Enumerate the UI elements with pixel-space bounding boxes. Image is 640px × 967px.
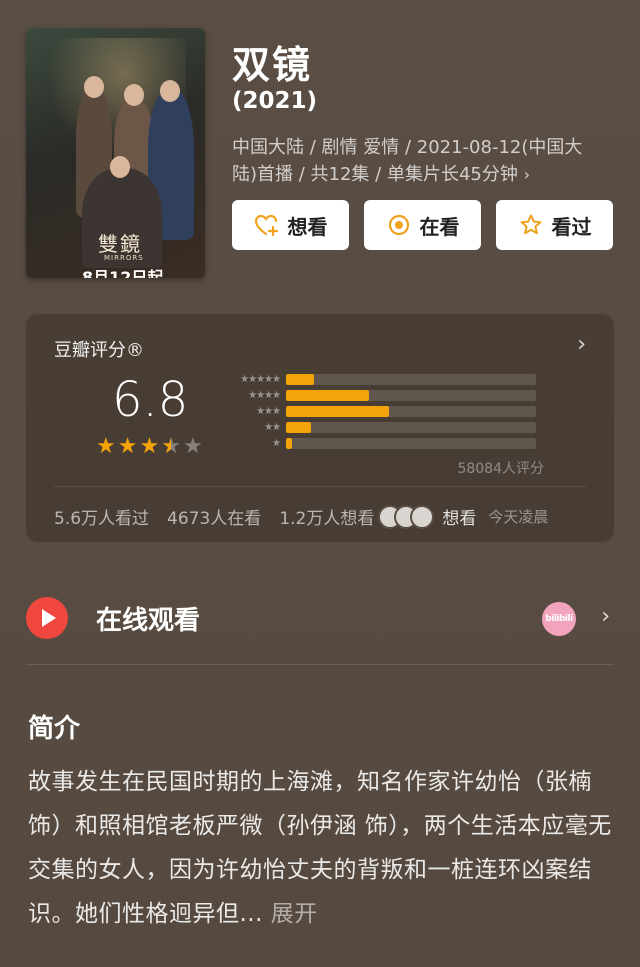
distribution-row: ★★★★ <box>222 388 536 403</box>
poster-title: 雙鏡 <box>98 232 142 256</box>
rating-star-icon: ★ <box>117 434 138 459</box>
poster-face <box>110 156 130 178</box>
synopsis-title: 简介 <box>28 714 81 744</box>
rating-star-icon: ★ <box>161 434 181 459</box>
distribution-row: ★★ <box>222 420 536 435</box>
synopsis-text: 故事发生在民国时期的上海滩，知名作家许幼怡（张楠 饰）和照相馆老板严微（孙伊涵 … <box>28 769 612 927</box>
distribution-bar <box>286 406 389 417</box>
watch-online-label: 在线观看 <box>96 605 201 636</box>
movie-detail-page: 雙鏡 MIRRORS 8月12日起 双镜 (2021) 中国大陆 / 剧情 爱情… <box>0 0 640 967</box>
action-buttons: 想看 在看 看过 <box>232 200 613 250</box>
distribution-row: ★ <box>222 436 536 451</box>
distribution-track <box>286 422 536 433</box>
poster-face <box>84 76 104 98</box>
movie-title: 双镜 <box>232 43 313 87</box>
rating-header: 豆瓣评分® <box>54 340 144 361</box>
section-divider <box>26 664 614 665</box>
audience-stats: 5.6万人看过 4673人在看 1.2万人想看 想看 今天凌晨 <box>54 504 548 529</box>
target-circle-icon <box>386 212 412 238</box>
rating-star-icon: ★ <box>96 434 116 459</box>
distribution-stars-label: ★ <box>272 438 281 449</box>
movie-meta-link[interactable]: 中国大陆 / 剧情 爱情 / 2021-08-12(中国大陆)首播 / 共12集… <box>232 134 602 188</box>
watching-button[interactable]: 在看 <box>364 200 481 250</box>
friend-avatars[interactable] <box>378 504 435 529</box>
synopsis-body: 故事发生在民国时期的上海滩，知名作家许幼怡（张楠 饰）和照相馆老板严微（孙伊涵 … <box>28 760 614 936</box>
rating-star-icon: ★ <box>182 434 203 459</box>
distribution-stars-label: ★★★★★ <box>240 374 281 385</box>
rating-score: 6.8 <box>112 372 189 428</box>
distribution-track <box>286 390 536 401</box>
chevron-right-icon[interactable]: › <box>577 332 586 357</box>
movie-year: (2021) <box>232 88 318 114</box>
watched-label: 看过 <box>551 214 592 239</box>
poster-date: 8月12日起 <box>82 268 164 278</box>
distribution-bar <box>286 374 314 385</box>
distribution-bar <box>286 390 369 401</box>
distribution-row: ★★★ <box>222 404 536 419</box>
rating-stars: ★ ★ ★ ★ ★ <box>96 436 203 458</box>
chevron-right-icon: › <box>601 604 610 629</box>
bilibili-logo-icon: bilibili <box>542 602 576 636</box>
watching-count: 4673人在看 <box>167 509 262 529</box>
distribution-track <box>286 406 536 417</box>
want-count: 1.2万人想看 <box>279 509 375 529</box>
distribution-track <box>286 438 536 449</box>
distribution-row: ★★★★★ <box>222 372 536 387</box>
poster-face <box>160 80 180 102</box>
chevron-right-icon: › <box>523 165 530 184</box>
rating-count: 58084人评分 <box>457 461 544 477</box>
rating-card[interactable]: 豆瓣评分® › 6.8 ★ ★ ★ ★ ★ ★★★★★ ★★★★ ★★★ ★★ ★ 58084人… <box>26 314 614 542</box>
watching-label: 在看 <box>419 214 460 239</box>
distribution-stars-label: ★★★★ <box>248 390 281 401</box>
activity-time: 今天凌晨 <box>488 508 549 526</box>
poster-subtitle: MIRRORS <box>104 254 144 262</box>
want-to-watch-button[interactable]: 想看 <box>232 200 349 250</box>
friends-want-label: 想看 <box>442 509 477 529</box>
star-outline-icon <box>518 212 544 238</box>
want-to-watch-label: 想看 <box>287 214 328 239</box>
avatar <box>410 504 435 529</box>
card-divider <box>54 486 586 487</box>
watched-button[interactable]: 看过 <box>496 200 613 250</box>
poster-image[interactable]: 雙鏡 MIRRORS 8月12日起 <box>26 28 205 278</box>
expand-link[interactable]: 展开 <box>271 901 318 927</box>
heart-plus-icon <box>254 212 280 238</box>
rating-star-icon: ★ <box>139 434 160 459</box>
watch-online-row[interactable]: 在线观看 bilibili › <box>26 592 614 644</box>
rating-distribution: ★★★★★ ★★★★ ★★★ ★★ ★ <box>222 372 536 452</box>
play-icon <box>26 597 68 639</box>
distribution-track <box>286 374 536 385</box>
distribution-bar <box>286 438 293 449</box>
distribution-stars-label: ★★★ <box>256 406 281 417</box>
distribution-stars-label: ★★ <box>264 422 281 433</box>
watched-count: 5.6万人看过 <box>54 509 150 529</box>
poster-face <box>124 84 144 106</box>
distribution-bar <box>286 422 311 433</box>
